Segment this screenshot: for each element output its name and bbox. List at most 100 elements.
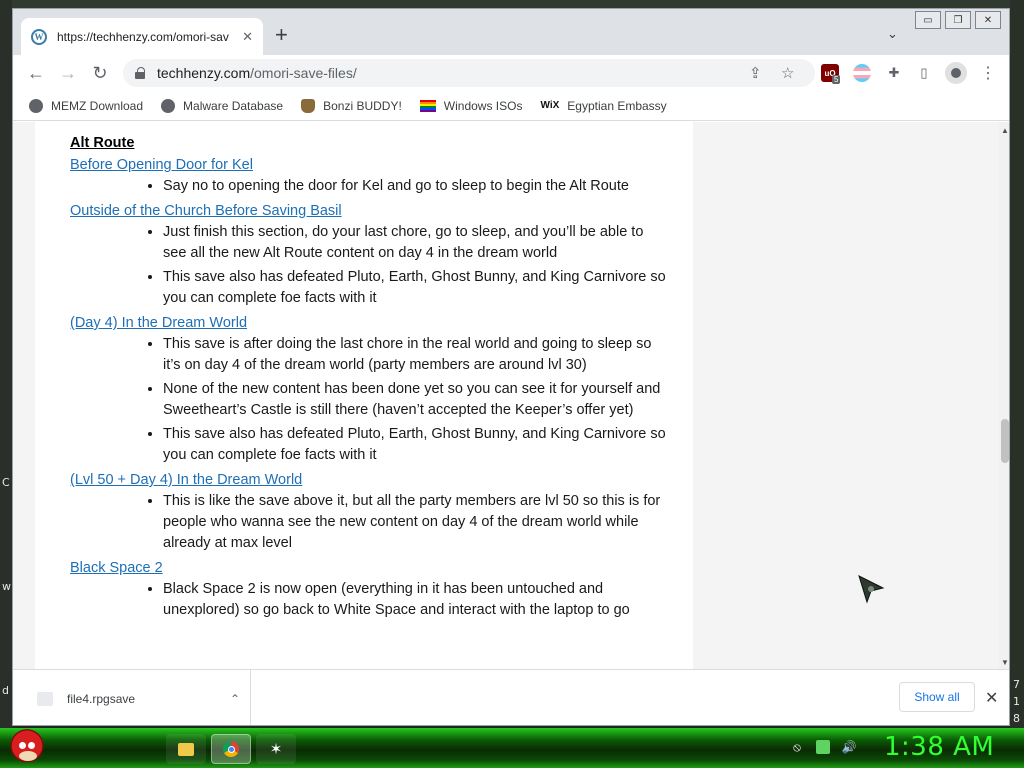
extensions-puzzle-icon[interactable]: ✚: [885, 64, 903, 82]
wix-icon: WiX: [540, 100, 560, 111]
download-bar: file4.rpgsave ⌃ Show all ✕: [13, 669, 1009, 725]
spider-icon: ✶: [269, 741, 283, 758]
list-item: This save is after doing the last chore …: [163, 334, 670, 376]
list-item: Just finish this section, do your last c…: [163, 222, 670, 264]
browser-toolbar: ← → ↻ techhenzy.com /omori-save-files/ ⇪…: [13, 55, 1009, 91]
bookmark-bonzi-buddy[interactable]: Bonzi BUDDY!: [301, 98, 402, 113]
tab-search-icon[interactable]: ⌄: [887, 26, 898, 42]
desktop-left-edge: [0, 0, 12, 730]
desktop-edge-text: d: [2, 684, 9, 697]
save-link-black-space-2[interactable]: Black Space 2: [70, 557, 670, 579]
side-panel-icon[interactable]: ▯: [915, 64, 933, 82]
list-item: This is like the save above it, but all …: [163, 491, 670, 554]
trans-flag-extension-icon[interactable]: [853, 64, 871, 82]
page-sidebar: [693, 122, 999, 669]
profile-avatar-icon[interactable]: [945, 62, 967, 84]
new-tab-button[interactable]: +: [275, 24, 288, 46]
save-link-day4-dream-world[interactable]: (Day 4) In the Dream World: [70, 312, 670, 334]
folder-icon: [178, 742, 194, 756]
close-tab-icon[interactable]: ✕: [242, 29, 253, 45]
save-link-outside-church[interactable]: Outside of the Church Before Saving Basi…: [70, 200, 670, 222]
tab-title: https://techhenzy.com/omori-sav: [57, 29, 229, 44]
volume-icon[interactable]: 🔊: [842, 740, 857, 754]
rainbow-flag-icon: [419, 99, 436, 112]
list-item: None of the new content has been done ye…: [163, 379, 670, 421]
file-icon: [37, 691, 53, 706]
download-filename: file4.rpgsave: [67, 691, 136, 706]
bookmark-label: Malware Database: [183, 98, 284, 113]
bookmarks-bar: MEMZ Download Malware Database Bonzi BUD…: [13, 91, 1009, 121]
desktop-edge-text: C: [2, 476, 10, 489]
list-item: Black Space 2 is now open (everything in…: [163, 579, 670, 621]
share-icon[interactable]: ⇪: [749, 64, 762, 82]
list-item: This save also has defeated Pluto, Earth…: [163, 424, 670, 466]
bookmark-egyptian-embassy[interactable]: WiX Egyptian Embassy: [540, 99, 666, 113]
chrome-menu-icon[interactable]: ⋮: [979, 64, 997, 82]
back-button[interactable]: ←: [25, 62, 47, 84]
desktop-edge-text: w: [2, 580, 11, 593]
bookmark-star-icon[interactable]: ☆: [781, 64, 794, 82]
bullet-list: This is like the save above it, but all …: [70, 491, 670, 554]
network-icon[interactable]: [816, 740, 830, 754]
angry-bird-icon: [8, 726, 46, 762]
list-item: Say no to opening the door for Kel and g…: [163, 176, 670, 197]
desktop-right-edge: [1010, 0, 1024, 730]
bullet-list: This save is after doing the last chore …: [70, 334, 670, 466]
taskbar: ✶ ⦸ 🔊 1:38 AM: [0, 726, 1024, 768]
window-controls: ▭ ❐ ✕: [915, 11, 1001, 29]
bookmark-label: Egyptian Embassy: [567, 98, 667, 113]
download-item[interactable]: file4.rpgsave ⌃: [27, 670, 251, 725]
page-viewport: Alt Route Before Opening Door for Kel Sa…: [13, 122, 999, 669]
globe-icon: [29, 98, 43, 113]
forward-button[interactable]: →: [57, 62, 79, 84]
desktop-edge-text: 1: [1013, 695, 1020, 708]
bookmark-label: Windows ISOs: [443, 98, 523, 113]
close-download-bar-icon[interactable]: ✕: [985, 688, 998, 708]
scroll-down-arrow-icon[interactable]: ▼: [1001, 658, 1009, 667]
taskbar-app[interactable]: ✶: [256, 734, 296, 764]
url-domain: techhenzy.com: [157, 65, 251, 81]
lock-icon[interactable]: [135, 67, 145, 79]
tray-shield-icon[interactable]: ⦸: [790, 740, 804, 754]
address-bar[interactable]: techhenzy.com /omori-save-files/ ⇪ ☆: [123, 59, 815, 87]
bookmark-label: MEMZ Download: [51, 98, 144, 113]
bookmark-label: Bonzi BUDDY!: [323, 98, 402, 113]
restore-button[interactable]: ❐: [945, 11, 971, 29]
taskbar-file-explorer[interactable]: [166, 734, 206, 764]
chrome-icon: [223, 741, 239, 757]
wordpress-icon: W: [31, 28, 47, 45]
bullet-list: Black Space 2 is now open (everything in…: [70, 579, 670, 621]
tab-omori-save-files[interactable]: W https://techhenzy.com/omori-sav ✕: [21, 18, 263, 55]
page-left-margin: [13, 122, 35, 669]
mouse-cursor-icon: [858, 575, 885, 604]
scrollbar-thumb[interactable]: [1001, 419, 1009, 463]
desktop-edge-text: 8: [1013, 712, 1020, 725]
minimize-button[interactable]: ▭: [915, 11, 941, 29]
page-scrollbar[interactable]: ▲ ▼: [999, 122, 1009, 669]
article-content: Alt Route Before Opening Door for Kel Sa…: [70, 133, 670, 624]
bookmark-malware-database[interactable]: Malware Database: [161, 98, 284, 113]
system-tray: ⦸ 🔊: [790, 740, 856, 754]
save-link-before-opening-door[interactable]: Before Opening Door for Kel: [70, 154, 670, 176]
taskbar-chrome[interactable]: [211, 734, 251, 764]
chevron-up-icon[interactable]: ⌃: [230, 692, 240, 706]
start-button[interactable]: [6, 722, 48, 766]
save-link-lvl50-day4[interactable]: (Lvl 50 + Day 4) In the Dream World: [70, 469, 670, 491]
bonzi-icon: [301, 98, 316, 113]
bookmark-memz-download[interactable]: MEMZ Download: [29, 98, 144, 113]
close-window-button[interactable]: ✕: [975, 11, 1001, 29]
reload-button[interactable]: ↻: [89, 62, 111, 84]
ublock-count-badge: 5: [832, 75, 841, 84]
show-all-downloads-button[interactable]: Show all: [899, 682, 975, 712]
taskbar-clock[interactable]: 1:38 AM: [884, 732, 994, 762]
desktop-edge-text: 7: [1013, 678, 1020, 691]
browser-window: W https://techhenzy.com/omori-sav ✕ + ⌄ …: [12, 8, 1010, 726]
scroll-up-arrow-icon[interactable]: ▲: [1001, 126, 1009, 135]
bullet-list: Say no to opening the door for Kel and g…: [70, 176, 670, 197]
bookmark-windows-isos[interactable]: Windows ISOs: [419, 98, 523, 113]
section-heading: Alt Route: [70, 135, 135, 151]
tab-strip: W https://techhenzy.com/omori-sav ✕ + ⌄ …: [13, 9, 1009, 55]
bullet-list: Just finish this section, do your last c…: [70, 222, 670, 309]
list-item: This save also has defeated Pluto, Earth…: [163, 267, 670, 309]
globe-icon: [161, 98, 176, 113]
